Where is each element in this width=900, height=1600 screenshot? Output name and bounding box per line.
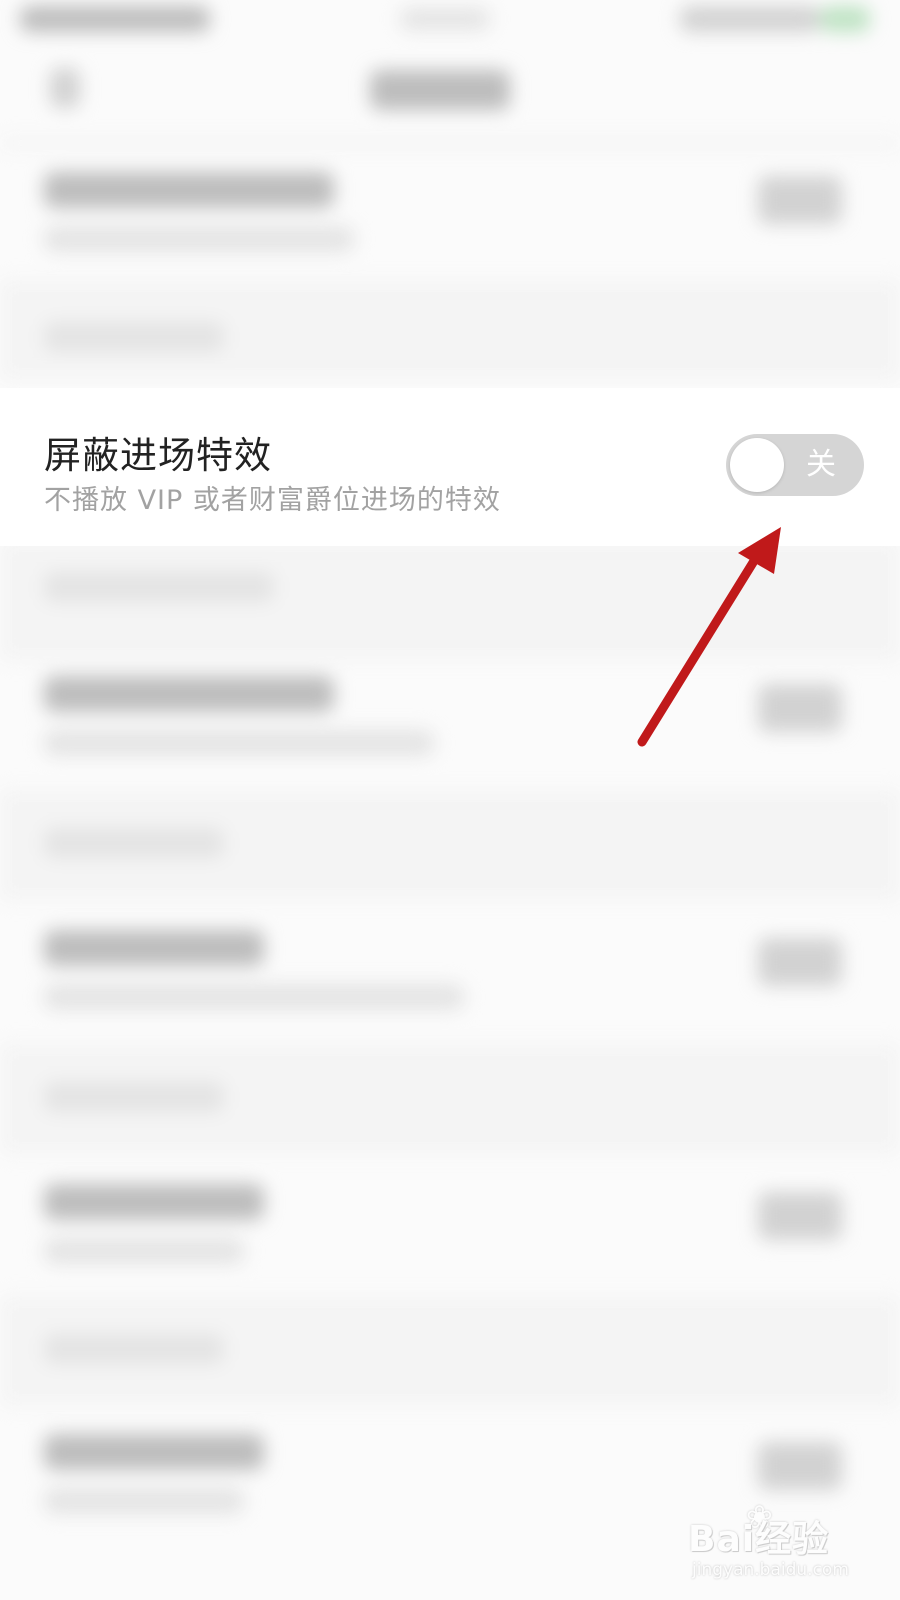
setting-title-5 [44,1184,264,1220]
section-header-5 [44,1334,224,1364]
setting-desc-1 [44,226,354,252]
back-icon[interactable] [50,68,80,108]
watermark-url: jingyan.baidu.com [692,1560,849,1580]
setting-toggle-1[interactable] [758,176,842,224]
page-title [370,70,510,110]
setting-title-1 [44,172,334,208]
battery-icon [820,6,870,32]
section-header-2 [44,572,274,602]
status-bar-time [20,6,210,32]
section-header-3 [44,828,224,858]
setting-title-6 [44,1434,264,1470]
watermark-logo: Bai经验 [688,1519,830,1560]
setting-toggle-5[interactable] [758,1192,842,1240]
block-entrance-effects-toggle[interactable]: 关 [726,434,864,496]
setting-description: 不播放 VIP 或者财富爵位进场的特效 [44,485,501,516]
blurred-background [0,0,900,1600]
toggle-knob [730,438,784,492]
status-bar-icons [680,6,820,32]
setting-desc-4 [44,984,464,1010]
setting-desc-6 [44,1488,244,1514]
setting-title-3 [44,676,334,712]
setting-toggle-6[interactable] [758,1442,842,1490]
divider [0,138,900,148]
setting-toggle-4[interactable] [758,938,842,986]
setting-desc-3 [44,730,434,756]
setting-title: 屏蔽进场特效 [44,434,272,477]
setting-toggle-3[interactable] [758,684,842,732]
setting-title-4 [44,930,264,966]
section-header-4 [44,1082,224,1112]
section-header-1 [44,322,224,352]
baidu-jingyan-watermark: ❀ Bai经验 jingyan.baidu.com [688,1498,888,1588]
setting-desc-5 [44,1238,244,1264]
status-bar-center [400,8,490,30]
toggle-state-label: 关 [806,447,836,482]
